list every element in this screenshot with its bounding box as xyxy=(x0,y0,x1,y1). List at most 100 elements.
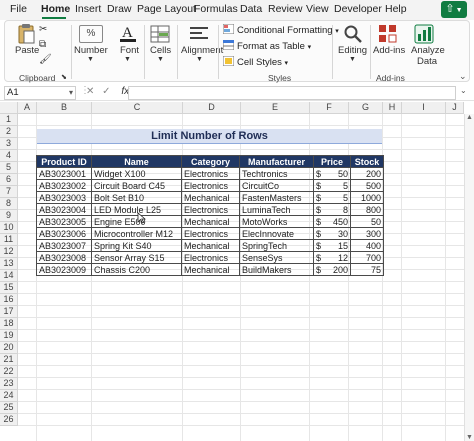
cell-product-id[interactable]: AB3023001 xyxy=(36,167,92,180)
cell-product-id[interactable]: AB3023009 xyxy=(36,263,92,276)
cell-product-id[interactable]: AB3023006 xyxy=(36,227,92,240)
editing-search-icon[interactable] xyxy=(343,24,363,44)
cells-icon[interactable] xyxy=(150,25,170,43)
cell-category[interactable]: Electronics xyxy=(181,203,240,216)
name-box[interactable]: A1 ▾ xyxy=(4,86,76,100)
cell-price[interactable]: $5 xyxy=(313,191,351,204)
row-header-25[interactable]: 25 xyxy=(0,402,18,414)
row-header-8[interactable]: 8 xyxy=(0,198,18,210)
row-header-12[interactable]: 12 xyxy=(0,246,18,258)
tab-data[interactable]: Data xyxy=(240,3,262,15)
cell-stock[interactable]: 500 xyxy=(350,179,384,192)
clipboard-launcher-icon[interactable]: ⬊ xyxy=(61,73,67,81)
column-header-e[interactable]: E xyxy=(241,102,310,114)
column-header-j[interactable]: J xyxy=(446,102,464,114)
row-header-18[interactable]: 18 xyxy=(0,318,18,330)
cell-price[interactable]: $50 xyxy=(313,167,351,180)
cell-name[interactable]: Spring Kit S40 xyxy=(91,239,182,252)
column-header-b[interactable]: B xyxy=(37,102,92,114)
cell-manufacturer[interactable]: FastenMasters xyxy=(239,191,314,204)
alignment-icon[interactable] xyxy=(188,25,210,43)
row-header-22[interactable]: 22 xyxy=(0,366,18,378)
cell-name[interactable]: Sensor Array S15 xyxy=(91,251,182,264)
add-ins-icon[interactable] xyxy=(378,24,398,44)
cell-stock[interactable]: 700 xyxy=(350,251,384,264)
cell-category[interactable]: Electronics xyxy=(181,179,240,192)
row-header-20[interactable]: 20 xyxy=(0,342,18,354)
conditional-formatting-button[interactable]: Conditional Formatting ▾ xyxy=(222,23,339,36)
row-header-2[interactable]: 2 xyxy=(0,126,18,138)
row-header-16[interactable]: 16 xyxy=(0,294,18,306)
row-header-6[interactable]: 6 xyxy=(0,174,18,186)
cell-stock[interactable]: 200 xyxy=(350,167,384,180)
scroll-up-icon[interactable]: ▲ xyxy=(466,114,473,121)
row-header-13[interactable]: 13 xyxy=(0,258,18,270)
cell-product-id[interactable]: AB3023004 xyxy=(36,203,92,216)
cell-manufacturer[interactable]: SenseSys xyxy=(239,251,314,264)
column-header-d[interactable]: D xyxy=(183,102,241,114)
row-header-26[interactable]: 26 xyxy=(0,414,18,426)
tab-home[interactable]: Home xyxy=(41,3,70,15)
alignment-button[interactable]: Alignment xyxy=(181,45,223,56)
cell-product-id[interactable]: AB3023008 xyxy=(36,251,92,264)
column-header-h[interactable]: H xyxy=(383,102,402,114)
row-header-3[interactable]: 3 xyxy=(0,138,18,150)
row-header-5[interactable]: 5 xyxy=(0,162,18,174)
cell-price[interactable]: $15 xyxy=(313,239,351,252)
cell-name[interactable]: Microcontroller M12 xyxy=(91,227,182,240)
row-header-4[interactable]: 4 xyxy=(0,150,18,162)
cell-stock[interactable]: 75 xyxy=(350,263,384,276)
number-format-icon[interactable]: % xyxy=(79,25,103,43)
tab-developer[interactable]: Developer xyxy=(334,3,382,15)
cell-product-id[interactable]: AB3023005 xyxy=(36,215,92,228)
cell-manufacturer[interactable]: CircuitCo xyxy=(239,179,314,192)
cell-styles-button[interactable]: Cell Styles ▾ xyxy=(222,55,288,68)
column-header-a[interactable]: A xyxy=(18,102,37,114)
row-header-23[interactable]: 23 xyxy=(0,378,18,390)
cell-name[interactable]: Widget X100 xyxy=(91,167,182,180)
analyze-data-line2[interactable]: Data xyxy=(417,56,437,67)
cell-price[interactable]: $450 xyxy=(313,215,351,228)
formula-input[interactable] xyxy=(128,86,456,100)
cell-price[interactable]: $8 xyxy=(313,203,351,216)
cell-category[interactable]: Mechanical xyxy=(181,263,240,276)
header-category[interactable]: Category xyxy=(181,155,240,168)
paste-button[interactable]: Paste xyxy=(15,45,39,56)
cell-product-id[interactable]: AB3023007 xyxy=(36,239,92,252)
row-header-19[interactable]: 19 xyxy=(0,330,18,342)
tab-page-layout[interactable]: Page Layout xyxy=(137,3,196,15)
cell-price[interactable]: $5 xyxy=(313,179,351,192)
tab-review[interactable]: Review xyxy=(268,3,302,15)
column-header-f[interactable]: F xyxy=(310,102,349,114)
select-all-corner[interactable] xyxy=(0,102,18,114)
format-as-table-button[interactable]: Format as Table ▾ xyxy=(222,39,311,52)
font-icon[interactable]: A xyxy=(117,21,139,43)
row-header-10[interactable]: 10 xyxy=(0,222,18,234)
cell-stock[interactable]: 800 xyxy=(350,203,384,216)
analyze-data-line1[interactable]: Analyze xyxy=(411,45,445,56)
header-stock[interactable]: Stock xyxy=(350,155,384,168)
scroll-down-icon[interactable]: ▼ xyxy=(466,434,473,441)
column-header-i[interactable]: I xyxy=(402,102,446,114)
header-manufacturer[interactable]: Manufacturer xyxy=(239,155,314,168)
tab-draw[interactable]: Draw xyxy=(107,3,132,15)
worksheet-grid[interactable]: ABCDEFGHIJ 1 2 3 4 5 6 7 8 9 10 11 12 13 14 15 16 17 18 19… xyxy=(0,102,474,441)
number-button[interactable]: Number xyxy=(74,45,108,56)
cell-category[interactable]: Electronics xyxy=(181,227,240,240)
sheet-title[interactable]: Limit Number of Rows xyxy=(37,129,382,144)
cell-category[interactable]: Mechanical xyxy=(181,239,240,252)
share-button[interactable]: ⇧▼ xyxy=(441,1,467,18)
row-header-1[interactable]: 1 xyxy=(0,114,18,126)
header-name[interactable]: Name xyxy=(91,155,182,168)
cell-manufacturer[interactable]: BuildMakers xyxy=(239,263,314,276)
cell-category[interactable]: Electronics xyxy=(181,167,240,180)
analyze-data-icon[interactable] xyxy=(414,24,434,44)
cell-manufacturer[interactable]: ElecInnovate xyxy=(239,227,314,240)
header-price[interactable]: Price xyxy=(313,155,351,168)
editing-button[interactable]: Editing xyxy=(338,45,367,56)
cell-name[interactable]: Circuit Board C45 xyxy=(91,179,182,192)
cell-price[interactable]: $200 xyxy=(313,263,351,276)
tab-formulas[interactable]: Formulas xyxy=(194,3,238,15)
cell-product-id[interactable]: AB3023002 xyxy=(36,179,92,192)
row-header-14[interactable]: 14 xyxy=(0,270,18,282)
